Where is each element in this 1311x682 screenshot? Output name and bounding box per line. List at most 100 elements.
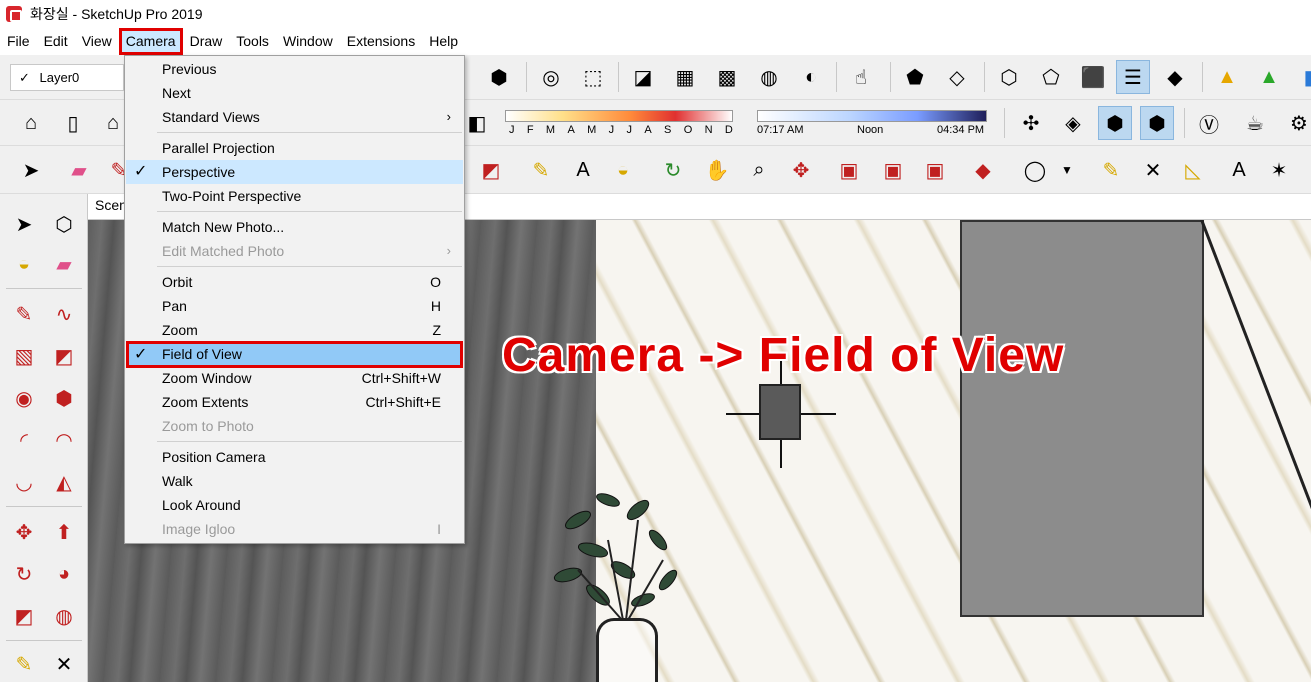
section-display-icon[interactable]: ◈	[1056, 106, 1090, 140]
menu-item-field-of-view[interactable]: ✓ Field of View	[126, 341, 463, 368]
scale-tool-icon[interactable]: ◩	[474, 153, 508, 187]
time-slider-track[interactable]	[757, 110, 987, 122]
menu-item-image-igloo[interactable]: Image Igloo I	[126, 517, 463, 541]
menu-help[interactable]: Help	[422, 28, 465, 55]
view-iso-icon[interactable]: ⬟	[898, 60, 932, 94]
menu-item-look-around[interactable]: Look Around	[126, 493, 463, 517]
paint-bucket-icon[interactable]: ◒	[606, 153, 640, 187]
menu-item-standard-views[interactable]: Standard Views ›	[126, 105, 463, 129]
offset-tool-icon[interactable]: ◍	[46, 598, 82, 634]
share-model-icon[interactable]: ▮	[1292, 60, 1311, 94]
make-component-icon[interactable]: ⬡	[46, 206, 82, 242]
menu-item-walk[interactable]: Walk	[126, 469, 463, 493]
menu-edit[interactable]: Edit	[37, 28, 75, 55]
two-point-arc-icon[interactable]: ◠	[46, 422, 82, 458]
vray-logo-icon[interactable]: Ⓥ	[1192, 106, 1226, 140]
freehand-tool-icon[interactable]: ∿	[46, 296, 82, 332]
ruby-console-icon[interactable]: ◆	[966, 153, 1000, 187]
eraser-icon[interactable]: ▰	[46, 246, 82, 282]
warehouse-icon[interactable]: ▲	[1210, 60, 1244, 94]
style-monochrome-icon[interactable]: ◐	[794, 60, 828, 94]
face-style-1-icon[interactable]: ⬡	[992, 60, 1026, 94]
shadow-date-slider[interactable]: J F M A M J J A S O N D	[505, 106, 735, 140]
house-icon[interactable]: ⌂	[14, 106, 48, 140]
component-select-icon[interactable]: ☝	[844, 60, 878, 94]
scale-icon[interactable]: ◩	[6, 598, 42, 634]
face-style-3-icon[interactable]: ⬛	[1076, 60, 1110, 94]
style-hidden-line-icon[interactable]: ▦	[668, 60, 702, 94]
door-icon[interactable]: ▯	[56, 106, 90, 140]
dimension-2-icon[interactable]: ✕	[1136, 153, 1170, 187]
menu-view[interactable]: View	[75, 28, 119, 55]
dimension-icon[interactable]: ✕	[46, 646, 82, 682]
polygon-tool-icon[interactable]: ⬢	[46, 380, 82, 416]
teapot-icon[interactable]: ☕	[1238, 106, 1272, 140]
menu-item-position-camera[interactable]: Position Camera	[126, 445, 463, 469]
paint-bucket-icon[interactable]: ◒	[6, 246, 42, 282]
pan-tool-icon[interactable]: ✋	[700, 153, 734, 187]
menu-item-edit-matched-photo[interactable]: Edit Matched Photo ›	[126, 239, 463, 263]
section-cuts-icon[interactable]: ⬢	[1098, 106, 1132, 140]
select-tool-icon[interactable]: ➤	[14, 153, 48, 187]
select-icon[interactable]: ➤	[6, 206, 42, 242]
face-style-5-icon[interactable]: ◆	[1158, 60, 1192, 94]
menu-item-match-new-photo[interactable]: Match New Photo...	[126, 215, 463, 239]
chevron-down-icon[interactable]: ▼	[1050, 153, 1084, 187]
menu-draw[interactable]: Draw	[183, 28, 230, 55]
orbit-tool-icon[interactable]: ↻	[656, 153, 690, 187]
three-point-arc-icon[interactable]: ◡	[6, 464, 42, 500]
section-plane-icon[interactable]: ⬢	[482, 60, 516, 94]
menu-item-zoom-window[interactable]: Zoom Window Ctrl+Shift+W	[126, 366, 463, 390]
line-tool-icon[interactable]: ✎	[6, 296, 42, 332]
scene-tab[interactable]: Scen	[95, 197, 127, 213]
rotate-tool-icon[interactable]: ↻	[6, 556, 42, 592]
extension-warehouse-icon[interactable]: ▲	[1252, 60, 1286, 94]
menu-item-parallel-projection[interactable]: Parallel Projection	[126, 136, 463, 160]
tape-measure-2-icon[interactable]: ✎	[1094, 153, 1128, 187]
import-icon[interactable]: ▣	[876, 153, 910, 187]
move-tool-icon[interactable]: ✥	[6, 514, 42, 550]
layer-dropdown[interactable]: ✓ Layer0	[10, 64, 124, 91]
circle-tool-icon[interactable]: ◉	[6, 380, 42, 416]
zoom-tool-icon[interactable]: ⌕	[742, 153, 776, 187]
style-textured-icon[interactable]: ◍	[752, 60, 786, 94]
tape-measure-icon[interactable]: ✎	[6, 646, 42, 682]
menu-window[interactable]: Window	[276, 28, 340, 55]
menu-item-zoom-extents[interactable]: Zoom Extents Ctrl+Shift+E	[126, 390, 463, 414]
month-slider-track[interactable]	[505, 110, 733, 122]
shadow-time-slider[interactable]: 07:17 AM Noon 04:34 PM	[757, 106, 989, 140]
face-style-2-icon[interactable]: ⬠	[1034, 60, 1068, 94]
axes-view-icon[interactable]: ✣	[1014, 106, 1048, 140]
style-back-edges-icon[interactable]: ⬚	[576, 60, 610, 94]
shadow-toggle-icon[interactable]: ◧	[460, 106, 494, 140]
style-shaded-icon[interactable]: ▩	[710, 60, 744, 94]
zoom-extents-icon[interactable]: ✥	[784, 153, 818, 187]
style-xray-icon[interactable]: ◎	[534, 60, 568, 94]
rotated-rectangle-icon[interactable]: ◩	[46, 338, 82, 374]
eraser-tool-icon[interactable]: ▰	[62, 153, 96, 187]
tape-measure-icon[interactable]: ✎	[524, 153, 558, 187]
export-icon[interactable]: ▣	[918, 153, 952, 187]
menu-item-perspective[interactable]: ✓ Perspective	[126, 160, 463, 184]
axes-tool-icon[interactable]: ✶	[1262, 153, 1296, 187]
menu-file[interactable]: File	[0, 28, 37, 55]
arc-tool-icon[interactable]: ◜	[6, 422, 42, 458]
pie-tool-icon[interactable]: ◭	[46, 464, 82, 500]
protractor-icon[interactable]: ◺	[1176, 153, 1210, 187]
menu-item-two-point-perspective[interactable]: Two-Point Perspective	[126, 184, 463, 208]
menu-extensions[interactable]: Extensions	[340, 28, 422, 55]
text-tool-icon[interactable]: A	[1222, 153, 1256, 187]
style-wireframe-icon[interactable]: ◪	[626, 60, 660, 94]
render-options-icon[interactable]: ⚙	[1282, 106, 1311, 140]
menu-item-zoom[interactable]: Zoom Z	[126, 318, 463, 342]
menu-item-orbit[interactable]: Orbit O	[126, 270, 463, 294]
view-top-icon[interactable]: ◇	[940, 60, 974, 94]
menu-item-zoom-to-photo[interactable]: Zoom to Photo	[126, 414, 463, 438]
follow-me-icon[interactable]: ◕	[46, 556, 82, 592]
menu-item-pan[interactable]: Pan H	[126, 294, 463, 318]
warehouse-upload-icon[interactable]: ▣	[832, 153, 866, 187]
menu-tools[interactable]: Tools	[229, 28, 276, 55]
rectangle-tool-icon[interactable]: ▧	[6, 338, 42, 374]
section-fill-icon[interactable]: ⬢	[1140, 106, 1174, 140]
face-style-4-icon[interactable]: ☰	[1116, 60, 1150, 94]
